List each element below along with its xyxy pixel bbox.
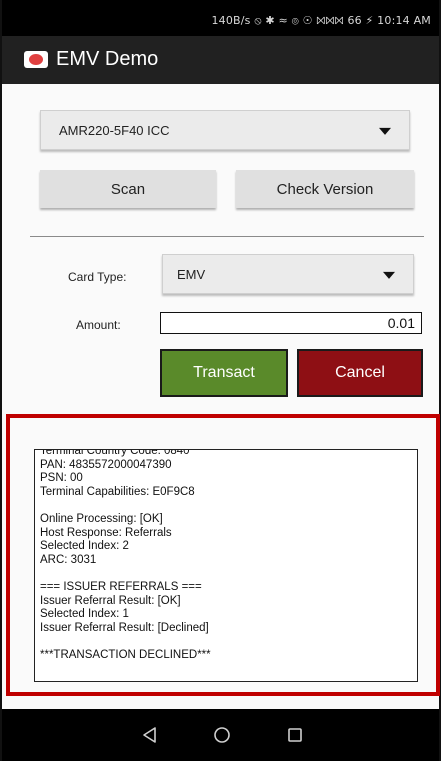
amount-input[interactable]: [160, 312, 422, 334]
card-type-label: Card Type:: [68, 270, 127, 284]
navigation-bar: [2, 709, 439, 761]
app-bar: EMV Demo: [2, 36, 439, 84]
amount-label: Amount:: [76, 318, 121, 332]
scan-button[interactable]: Scan: [40, 170, 216, 208]
dropdown-arrow-icon: [379, 127, 391, 135]
reader-select[interactable]: AMR220-5F40 ICC: [40, 110, 410, 150]
app-logo-icon: [24, 51, 48, 68]
card-type-select[interactable]: EMV: [162, 254, 414, 294]
home-icon[interactable]: [212, 725, 232, 745]
back-icon[interactable]: [140, 725, 160, 745]
cancel-button[interactable]: Cancel: [297, 349, 423, 397]
reader-select-value: AMR220-5F40 ICC: [59, 123, 170, 138]
status-bar: 140B/s ⦸ ✱ ≈ ⦾ ☉ ⨝⨝⨝ 66 ⚡ 10:14 AM: [2, 0, 439, 36]
dropdown-arrow-icon: [383, 271, 395, 279]
card-type-value: EMV: [177, 267, 206, 282]
app-title: EMV Demo: [56, 48, 159, 70]
status-bar-text: 140B/s ⦸ ✱ ≈ ⦾ ☉ ⨝⨝⨝ 66 ⚡ 10:14 AM: [211, 14, 431, 27]
transact-button[interactable]: Transact: [160, 349, 288, 397]
highlight-annotation: [6, 414, 440, 696]
divider: [30, 236, 424, 237]
recents-icon[interactable]: [285, 725, 305, 745]
check-version-button[interactable]: Check Version: [236, 170, 414, 208]
phone-frame: 140B/s ⦸ ✱ ≈ ⦾ ☉ ⨝⨝⨝ 66 ⚡ 10:14 AM EMV D…: [0, 0, 441, 761]
